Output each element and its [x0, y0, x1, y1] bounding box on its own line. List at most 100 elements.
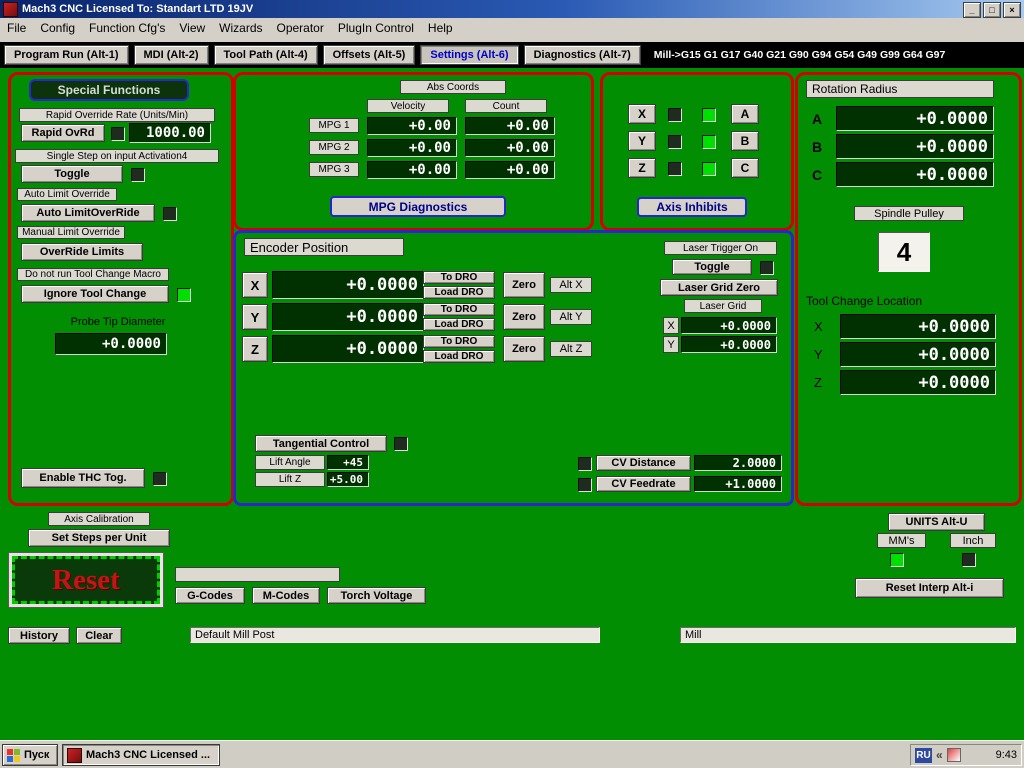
tab-offsets[interactable]: Offsets (Alt-5) [322, 45, 416, 65]
menu-item-help[interactable]: Help [421, 19, 460, 37]
mpg2-count-dro[interactable]: +0.00 [465, 139, 555, 157]
override-limits-button[interactable]: OverRide Limits [21, 243, 143, 261]
axis-inhibits-panel: X A Y B Z C Axis Inhibits [600, 72, 794, 231]
mpg2-velocity-dro[interactable]: +0.00 [367, 139, 457, 157]
axis-inhibits-button[interactable]: Axis Inhibits [637, 197, 747, 217]
language-indicator[interactable]: RU [915, 747, 932, 763]
mpg-diagnostics-button[interactable]: MPG Diagnostics [330, 196, 506, 217]
inhibit-x-led [668, 108, 682, 122]
rapid-ovrd-button[interactable]: Rapid OvRd [21, 124, 105, 142]
torch-voltage-button[interactable]: Torch Voltage [327, 587, 426, 604]
encoder-y-dro[interactable]: +0.0000 [272, 303, 424, 331]
encoder-y-to-dro-button[interactable]: To DRO [423, 303, 495, 316]
units-button[interactable]: UNITS Alt-U [888, 513, 985, 531]
reset-button[interactable]: Reset [12, 556, 160, 604]
encoder-x-load-dro-button[interactable]: Load DRO [423, 286, 495, 299]
laser-x-dro[interactable]: +0.0000 [681, 317, 777, 334]
encoder-y-zero-button[interactable]: Zero [503, 304, 545, 330]
rotation-a-dro[interactable]: +0.0000 [836, 106, 994, 131]
mpg3-count-dro[interactable]: +0.00 [465, 161, 555, 179]
laser-grid-zero-button[interactable]: Laser Grid Zero [660, 279, 778, 296]
menu-item-file[interactable]: File [0, 19, 33, 37]
toolchange-y-dro[interactable]: +0.0000 [840, 342, 996, 367]
cv-feedrate-led [578, 478, 592, 492]
close-icon[interactable]: × [1003, 2, 1021, 18]
rotation-c-dro[interactable]: +0.0000 [836, 162, 994, 187]
lift-angle-label: Lift Angle [255, 455, 325, 470]
start-button[interactable]: Пуск [2, 744, 58, 766]
encoder-z-zero-button[interactable]: Zero [503, 336, 545, 362]
taskbar-item-label: Mach3 CNC Licensed ... [86, 749, 211, 761]
abs-coords-label: Abs Coords [400, 80, 506, 94]
mm-led [890, 553, 904, 567]
inhibit-c-button[interactable]: C [731, 158, 759, 178]
encoder-z-button[interactable]: Z [242, 336, 268, 362]
toolchange-y-label: Y [814, 347, 823, 362]
single-step-led [131, 168, 145, 182]
cv-distance-dro[interactable]: 2.0000 [694, 455, 782, 471]
inhibit-b-button[interactable]: B [731, 131, 759, 151]
reset-interp-button[interactable]: Reset Interp Alt-i [855, 578, 1004, 598]
laser-toggle-button[interactable]: Toggle [672, 259, 752, 275]
gcodes-button[interactable]: G-Codes [175, 587, 245, 604]
tab-program-run[interactable]: Program Run (Alt-1) [4, 45, 129, 65]
menu-item-wizards[interactable]: Wizards [212, 19, 269, 37]
tab-tool-path[interactable]: Tool Path (Alt-4) [213, 45, 318, 65]
toolchange-z-dro[interactable]: +0.0000 [840, 370, 996, 395]
mm-label: MM's [877, 533, 926, 548]
laser-trigger-label: Laser Trigger On [664, 241, 777, 255]
restore-icon[interactable]: □ [983, 2, 1001, 18]
lift-angle-dro[interactable]: +45 [327, 455, 369, 470]
tangential-control-button[interactable]: Tangential Control [255, 435, 387, 452]
encoder-z-load-dro-button[interactable]: Load DRO [423, 350, 495, 363]
special-functions-header: Special Functions [29, 79, 189, 101]
minimize-icon[interactable]: _ [963, 2, 981, 18]
tray-icon[interactable] [946, 748, 961, 762]
clear-button[interactable]: Clear [76, 627, 122, 644]
menu-item-view[interactable]: View [172, 19, 212, 37]
encoder-x-zero-button[interactable]: Zero [503, 272, 545, 298]
taskbar: Пуск Mach3 CNC Licensed ... RU « 9:43 [0, 740, 1024, 768]
encoder-x-dro[interactable]: +0.0000 [272, 271, 424, 299]
menu-item-config[interactable]: Config [33, 19, 82, 37]
enable-thc-button[interactable]: Enable THC Tog. [21, 468, 145, 488]
mpg3-velocity-dro[interactable]: +0.00 [367, 161, 457, 179]
menu-item-function-cfgs[interactable]: Function Cfg's [82, 19, 172, 37]
tab-mdi[interactable]: MDI (Alt-2) [133, 45, 209, 65]
encoder-y-load-dro-button[interactable]: Load DRO [423, 318, 495, 331]
inhibit-a-button[interactable]: A [731, 104, 759, 124]
inhibit-y-button[interactable]: Y [628, 131, 656, 151]
set-steps-per-unit-button[interactable]: Set Steps per Unit [28, 529, 170, 547]
tray-chevron-icon[interactable]: « [936, 748, 943, 762]
cv-feedrate-button[interactable]: CV Feedrate [596, 476, 691, 492]
enable-thc-led [153, 472, 167, 486]
tab-diagnostics[interactable]: Diagnostics (Alt-7) [523, 45, 641, 65]
rotation-b-dro[interactable]: +0.0000 [836, 134, 994, 159]
mcodes-button[interactable]: M-Codes [252, 587, 320, 604]
probe-tip-diameter-dro[interactable]: +0.0000 [55, 333, 167, 355]
single-step-toggle-button[interactable]: Toggle [21, 165, 123, 183]
history-button[interactable]: History [8, 627, 70, 644]
rapid-ovrd-dro[interactable]: 1000.00 [129, 123, 211, 143]
cv-distance-led [578, 457, 592, 471]
toolchange-x-dro[interactable]: +0.0000 [840, 314, 996, 339]
inhibit-x-button[interactable]: X [628, 104, 656, 124]
encoder-x-button[interactable]: X [242, 272, 268, 298]
encoder-x-to-dro-button[interactable]: To DRO [423, 271, 495, 284]
encoder-z-to-dro-button[interactable]: To DRO [423, 335, 495, 348]
inhibit-z-button[interactable]: Z [628, 158, 656, 178]
taskbar-item-mach3[interactable]: Mach3 CNC Licensed ... [62, 744, 220, 766]
mpg1-velocity-dro[interactable]: +0.00 [367, 117, 457, 135]
encoder-y-button[interactable]: Y [242, 304, 268, 330]
laser-y-dro[interactable]: +0.0000 [681, 336, 777, 353]
encoder-z-dro[interactable]: +0.0000 [272, 335, 424, 363]
tab-settings[interactable]: Settings (Alt-6) [420, 45, 519, 65]
mpg1-count-dro[interactable]: +0.00 [465, 117, 555, 135]
lift-z-dro[interactable]: +5.00 [327, 472, 369, 487]
menu-item-operator[interactable]: Operator [270, 19, 331, 37]
cv-distance-button[interactable]: CV Distance [596, 455, 691, 471]
auto-limit-override-button[interactable]: Auto LimitOverRide [21, 204, 155, 222]
cv-feedrate-dro[interactable]: +1.0000 [694, 476, 782, 492]
ignore-tool-change-button[interactable]: Ignore Tool Change [21, 285, 169, 303]
menu-item-plugin-control[interactable]: PlugIn Control [331, 19, 421, 37]
